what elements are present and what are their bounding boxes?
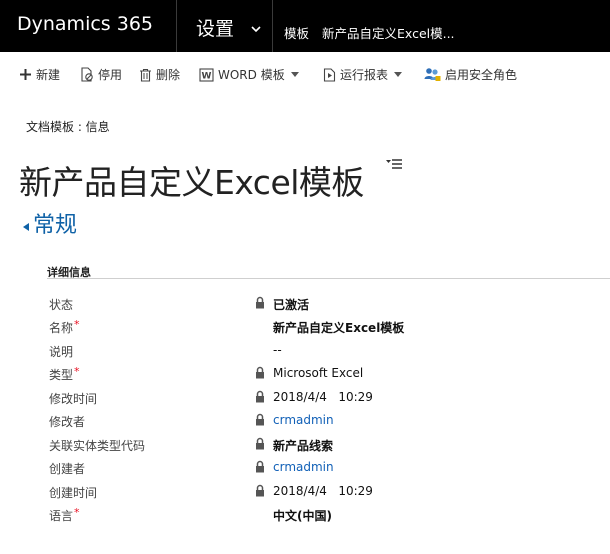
field-row-language: 语言* 中文(中国) [0,505,610,527]
nav-separator [176,0,177,52]
field-label: 语言* [49,506,80,523]
lock-icon [256,437,264,450]
modified-by-link[interactable]: crmadmin [273,413,334,427]
field-label: 类型* [49,365,80,382]
deactivate-button[interactable]: 停用 [80,66,122,83]
nav-separator [272,0,273,52]
nav-area-settings[interactable]: 设置 [196,14,234,41]
field-value: 新产品线索 [273,439,334,453]
new-button[interactable]: 新建 [19,66,60,83]
chevron-down-icon[interactable] [250,19,262,38]
form-selector-menu-icon[interactable] [386,156,402,175]
delete-button-label: 删除 [156,68,181,82]
field-value[interactable]: -- [273,343,282,357]
field-value[interactable]: 新产品自定义Excel模板 [273,319,404,336]
created-by-link[interactable]: crmadmin [273,460,334,474]
field-label: 创建时间 [49,486,98,500]
enable-security-roles-button[interactable]: 启用安全角色 [424,66,517,83]
delete-button[interactable]: 删除 [139,66,180,83]
field-value: 2018/4/4 10:29 [273,484,373,498]
lock-icon [256,296,264,309]
users-security-icon [424,68,441,81]
new-button-label: 新建 [36,68,61,82]
field-value: Microsoft Excel [273,366,364,380]
field-label: 修改者 [49,415,86,429]
field-value: 已激活 [273,298,310,312]
field-row-associated-entity: 关联实体类型代码 新产品线索 [0,435,610,457]
field-label: 说明 [49,345,74,359]
command-bar: 新建 停用 删除 W WORD 模板 运行报表 启用安全角色 [0,52,610,94]
lock-icon [256,366,264,379]
caret-down-icon [290,72,299,77]
svg-text:W: W [202,71,212,81]
field-row-modified-by: 修改者 crmadmin [0,411,610,433]
field-row-type: 类型* Microsoft Excel [0,364,610,386]
field-row-modified-on: 修改时间 2018/4/4 10:29 [0,388,610,410]
field-row-name: 名称* 新产品自定义Excel模板 [0,317,610,339]
breadcrumb-entity[interactable]: 模板 [284,23,309,42]
record-title: 新产品自定义Excel模板 [19,163,364,203]
field-label: 状态 [49,298,74,312]
deactivate-button-label: 停用 [98,68,123,82]
field-row-created-on: 创建时间 2018/4/4 10:29 [0,482,610,504]
field-row-status: 状态 已激活 [0,294,610,316]
field-row-created-by: 创建者 crmadmin [0,458,610,480]
deactivate-document-icon [81,67,93,82]
enable-security-roles-label: 启用安全角色 [445,68,518,82]
section-title[interactable]: 常规 [33,207,77,239]
caret-down-icon [394,72,403,77]
group-divider [47,278,610,279]
field-label: 名称* [49,318,80,335]
field-label: 修改时间 [49,392,98,406]
run-report-button[interactable]: 运行报表 [323,66,403,83]
word-icon: W [199,67,214,82]
top-nav-bar: Dynamics 365 设置 模板 新产品自定义Excel模... [0,0,610,52]
lock-icon [256,484,264,497]
lock-icon [256,460,264,473]
word-template-button[interactable]: W WORD 模板 [199,66,299,83]
word-template-label: WORD 模板 [218,68,285,82]
field-value[interactable]: 中文(中国) [273,507,332,524]
app-brand[interactable]: Dynamics 365 [17,13,153,35]
field-label: 关联实体类型代码 [49,439,146,453]
breadcrumb-record[interactable]: 新产品自定义Excel模... [322,23,455,42]
entity-form-label: 文档模板 : 信息 [26,120,110,134]
run-report-label: 运行报表 [340,68,389,82]
lock-icon [256,413,264,426]
lock-icon [256,390,264,403]
field-label: 创建者 [49,462,86,476]
plus-icon [20,69,31,80]
collapse-triangle-icon[interactable] [22,217,30,236]
report-icon [323,67,336,82]
field-value: 2018/4/4 10:29 [273,390,373,404]
field-row-description: 说明 -- [0,341,610,363]
trash-icon [140,68,151,82]
